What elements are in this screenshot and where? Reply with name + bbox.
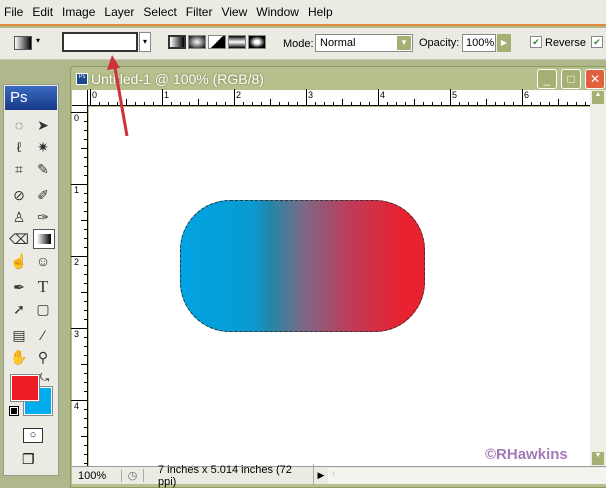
annotation-arrowhead	[107, 55, 120, 70]
annotation-arrow	[112, 61, 129, 137]
annotation-layer	[107, 55, 129, 137]
